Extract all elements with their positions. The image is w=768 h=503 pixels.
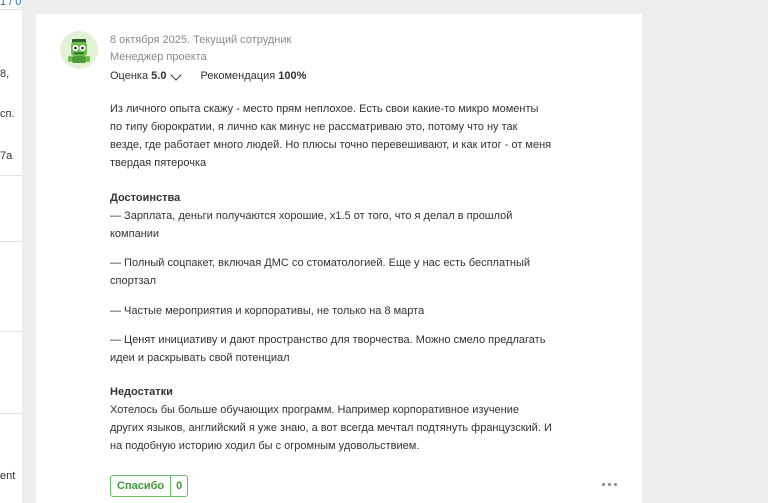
review-text-line: по типу бюрократии, я лично как минус не… [110, 121, 518, 133]
thanks-button[interactable]: Спасибо 0 [110, 475, 189, 497]
review-position: Менеджер проекта [110, 51, 207, 63]
page-gutter [22, 0, 36, 503]
cons-item: других языков, английский я уже знаю, а … [110, 422, 552, 434]
pros-item: — Частые мероприятия и корпоративы, не т… [110, 305, 425, 317]
review-intro: Из личного опыта скажу - место прям непл… [110, 100, 570, 172]
pros-item: — Полный соцпакет, включая ДМС со стомат… [110, 257, 530, 269]
left-fragment: 8, [0, 68, 10, 80]
divider [0, 413, 22, 414]
thanks-label[interactable]: Спасибо [111, 476, 170, 496]
chevron-down-icon[interactable] [170, 68, 183, 81]
left-sidebar: 1 / 0 8, сп. 7а ent [0, 0, 22, 503]
right-background [642, 0, 768, 503]
left-fragment: 7а [0, 150, 13, 162]
rating-value[interactable]: 5.0 [151, 70, 166, 82]
review-text-line: твердая пятерочка [110, 157, 207, 169]
pros-item-block: — Полный соцпакет, включая ДМС со стомат… [110, 254, 570, 290]
top-strip [36, 0, 718, 10]
pros-item: спортзал [110, 275, 157, 287]
pros-item: компании [110, 228, 160, 240]
divider [0, 241, 22, 242]
left-fragment: ent [0, 470, 16, 482]
rating-row: Оценка 5.0 Рекомендация 100% [110, 68, 307, 82]
recommend-value: 100% [278, 70, 307, 82]
divider [0, 9, 22, 10]
robot-avatar-icon [60, 31, 98, 69]
pros-item: — Зарплата, деньги получаются хорошие, х… [110, 210, 513, 222]
pros-heading: Достоинства [110, 192, 181, 204]
thanks-count: 0 [170, 476, 187, 496]
pros-item-block: — Частые мероприятия и корпоративы, не т… [110, 302, 570, 320]
left-fragment-link[interactable]: 1 / 0 [0, 0, 21, 8]
left-fragment: сп. [0, 108, 15, 120]
divider [0, 175, 22, 176]
review-date-status: 8 октября 2025. Текущий сотрудник [110, 34, 292, 46]
review-text-line: Из личного опыта скажу - место прям непл… [110, 103, 539, 115]
pros-item: — Ценят инициативу и дают пространство д… [110, 334, 546, 346]
pros-section: Достоинства — Зарплата, деньги получаютс… [110, 189, 570, 243]
more-dots-icon[interactable] [602, 483, 617, 486]
cons-item: на подобную историю ходил бы с огромным … [110, 440, 420, 452]
cons-section: Недостатки Хотелось бы больше обучающих … [110, 383, 570, 455]
divider [0, 331, 22, 332]
recommend-label: Рекомендация [200, 70, 276, 82]
review-card: 8 октября 2025. Текущий сотрудник Менедж… [36, 14, 642, 503]
review-text-line: везде, где работает много людей. Но плюс… [110, 139, 552, 151]
pros-item: идеи и раскрывать свой потенциал [110, 352, 290, 364]
pros-item-block: — Ценят инициативу и дают пространство д… [110, 331, 570, 367]
cons-heading: Недостатки [110, 386, 173, 398]
cons-item: Хотелось бы больше обучающих программ. Н… [110, 404, 520, 416]
rating-label: Оценка [110, 70, 149, 82]
